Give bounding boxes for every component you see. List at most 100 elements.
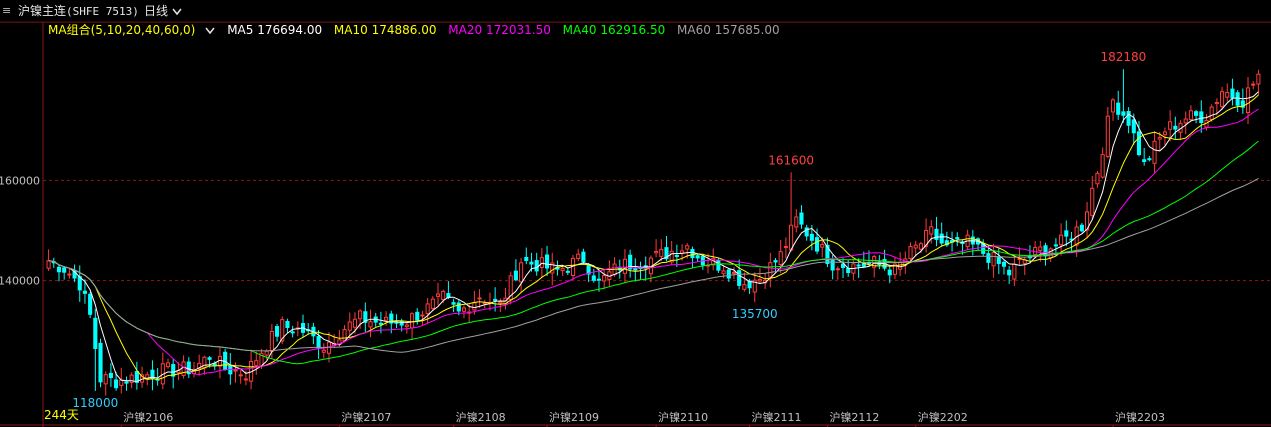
candle-down — [815, 237, 820, 252]
low-price-label: 118000 — [72, 396, 118, 410]
candle-down — [591, 275, 596, 281]
candle-down — [1131, 119, 1136, 134]
candle-down — [596, 278, 602, 281]
candle-up — [243, 378, 248, 381]
candle-up — [913, 244, 918, 249]
ma5-line — [48, 91, 1259, 383]
candle-down — [695, 255, 700, 259]
candle-down — [1121, 111, 1126, 116]
candle-up — [1209, 106, 1214, 121]
candle-up — [425, 303, 430, 315]
candle-down — [545, 254, 550, 269]
candle-down — [1136, 131, 1142, 156]
candle-up — [783, 245, 788, 248]
candle-down — [996, 256, 1001, 264]
candle-up — [757, 278, 763, 282]
candle-up — [181, 361, 186, 376]
candle-up — [659, 248, 664, 257]
candle-up — [1090, 187, 1095, 216]
high-price-label: 182180 — [1100, 50, 1146, 64]
candle-down — [114, 379, 119, 389]
candle-up — [1220, 91, 1225, 107]
low-price-label: 135700 — [732, 307, 778, 321]
candle-up — [731, 271, 737, 274]
candle-down — [1053, 244, 1058, 247]
candle-down — [856, 264, 861, 267]
x-tick-label: 沪镍2203 — [1115, 410, 1165, 424]
candle-up — [778, 251, 783, 265]
candle-up — [576, 253, 581, 260]
candle-down — [98, 342, 103, 383]
candle-up — [498, 301, 503, 304]
x-tick-label: 沪镍2109 — [549, 410, 599, 424]
candle-up — [441, 290, 446, 300]
candle-up — [321, 349, 326, 353]
candle-down — [513, 270, 518, 281]
x-tick-label: 沪镍2106 — [123, 410, 173, 424]
candle-down — [830, 259, 835, 271]
candle-up — [1157, 136, 1162, 140]
candle-down — [726, 269, 731, 279]
candle-up — [472, 302, 477, 311]
candle-down — [955, 237, 960, 240]
candle-up — [1033, 247, 1038, 256]
candlestick-chart[interactable]: 160000 140000 182180 161600 135700 118000 沪镍21… — [0, 0, 1271, 427]
candle-down — [1147, 158, 1152, 161]
candle-down — [415, 311, 420, 321]
candle-down — [773, 260, 778, 263]
candle-down — [581, 251, 586, 263]
candle-up — [654, 251, 659, 254]
high-price-label: 161600 — [768, 153, 814, 167]
candle-down — [1007, 269, 1012, 276]
candle-down — [124, 381, 129, 384]
candle-up — [560, 268, 565, 272]
candle-down — [1194, 111, 1199, 116]
x-tick-label: 沪镍2202 — [918, 410, 968, 424]
candle-down — [1116, 102, 1121, 115]
candle-up — [1110, 99, 1116, 113]
candle-up — [238, 374, 243, 377]
candle-up — [539, 257, 544, 269]
candle-down — [986, 253, 991, 263]
candle-down — [534, 260, 539, 272]
candle-down — [316, 336, 321, 349]
candle-up — [103, 374, 108, 385]
candle-up — [1038, 246, 1043, 252]
candle-up — [430, 298, 435, 309]
x-tick-label: 沪镍2110 — [658, 410, 708, 424]
candle-down — [1001, 261, 1007, 267]
candle-down — [207, 357, 212, 360]
candle-up — [264, 350, 269, 356]
candle-down — [1235, 92, 1240, 106]
candle-up — [1162, 131, 1168, 136]
candle-down — [399, 320, 404, 326]
candle-up — [929, 226, 934, 235]
candle-up — [721, 270, 726, 275]
candle-up — [1214, 101, 1219, 105]
candle-up — [67, 273, 72, 276]
candle-up — [1105, 115, 1110, 157]
candle-up — [477, 297, 482, 300]
candle-up — [1225, 91, 1230, 98]
candle-up — [420, 314, 425, 317]
candle-up — [908, 246, 913, 259]
candle-up — [254, 360, 259, 366]
candle-up — [269, 330, 274, 352]
candle-up — [461, 307, 467, 312]
candle-down — [82, 290, 87, 294]
candle-down — [1064, 230, 1069, 237]
candle-down — [1173, 125, 1178, 130]
candle-up — [519, 262, 524, 283]
candle-up — [482, 302, 487, 305]
candle-down — [493, 298, 498, 301]
candle-down — [456, 302, 461, 312]
candle-up — [404, 324, 409, 327]
candle-up — [768, 262, 773, 278]
y-tick-label: 140000 — [0, 275, 40, 288]
candle-down — [1230, 88, 1235, 99]
candle-down — [939, 233, 944, 244]
x-tick-label: 沪镍2107 — [341, 410, 391, 424]
candle-up — [1168, 121, 1173, 130]
candle-down — [809, 233, 814, 241]
candle-up — [789, 224, 794, 251]
